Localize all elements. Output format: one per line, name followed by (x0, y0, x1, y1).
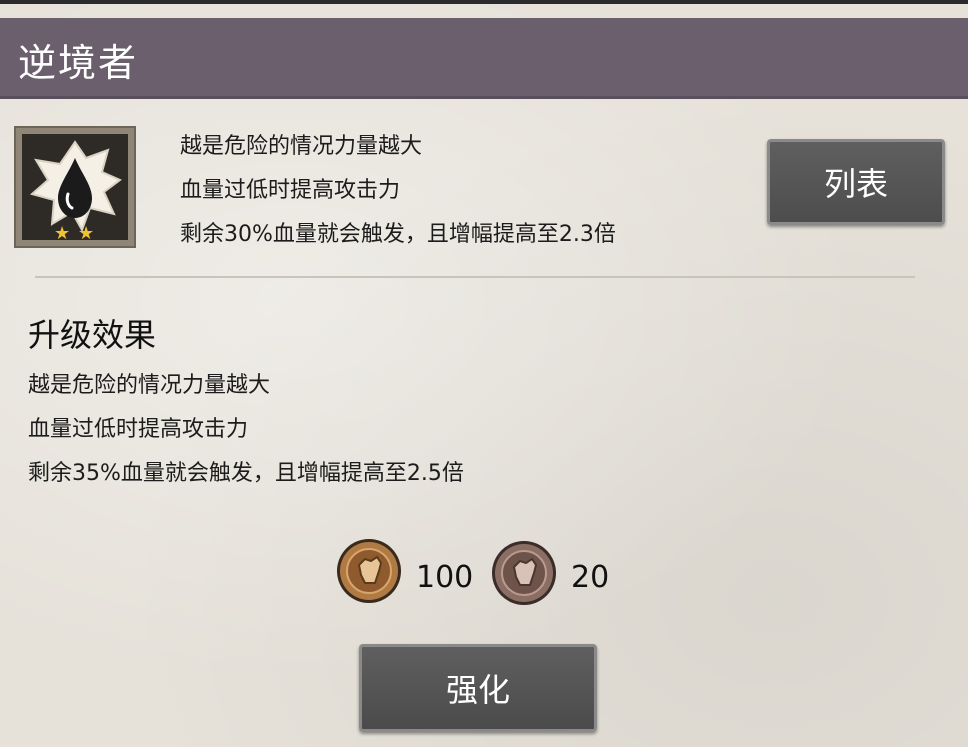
current-desc-line: 越是危险的情况力量越大 (180, 134, 423, 159)
cost-value: 100 (416, 560, 474, 595)
gray-fist-coin-icon (492, 541, 556, 605)
star-icon: ★ (54, 223, 71, 244)
upgrade-desc-line: 剩余35%血量就会触发，且增幅提高至2.5倍 (28, 461, 464, 486)
list-button[interactable]: 列表 (767, 139, 945, 225)
skill-panel: 逆境者 ★ ★ 越是危险的情况力量越大 血量过低时提高攻击力 剩余30%血量就会… (0, 4, 968, 747)
star-icon: ★ (78, 223, 95, 244)
title-bar: 逆境者 (0, 18, 968, 99)
skill-icon: ★ ★ (14, 126, 136, 248)
cost-value: 20 (571, 560, 610, 595)
current-desc-line: 血量过低时提高攻击力 (180, 178, 401, 203)
enhance-button[interactable]: 强化 (359, 644, 597, 732)
upgrade-heading: 升级效果 (28, 316, 157, 354)
bronze-fist-coin-icon (337, 539, 401, 603)
skill-title: 逆境者 (18, 41, 139, 85)
current-desc-line: 剩余30%血量就会触发，且增幅提高至2.3倍 (180, 222, 616, 247)
upgrade-desc-line: 血量过低时提高攻击力 (28, 417, 249, 442)
divider (35, 276, 915, 278)
blood-drop-icon (22, 134, 128, 240)
upgrade-desc-line: 越是危险的情况力量越大 (28, 373, 271, 398)
